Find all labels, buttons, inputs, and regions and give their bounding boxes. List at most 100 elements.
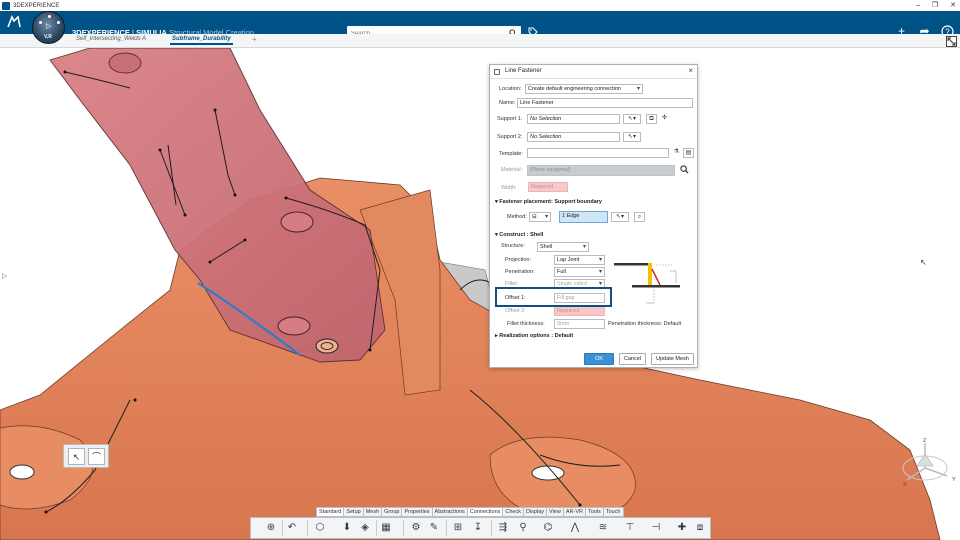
tab-connections[interactable]: Connections [466, 507, 503, 517]
template-field[interactable] [527, 148, 669, 158]
compass-label: V,R [44, 34, 52, 40]
realization-section-header[interactable]: ▸ Realization options : Default [495, 333, 573, 339]
ds-logo-icon[interactable] [6, 15, 22, 32]
tab-subframe-durability[interactable]: Subframe_Durability [170, 36, 233, 45]
expand-icon[interactable] [946, 36, 957, 47]
support1-multi-icon[interactable]: ⧉ [646, 114, 657, 124]
app-logo-icon [2, 1, 10, 10]
part-icon[interactable]: ⬡ [313, 521, 327, 535]
penetration-select[interactable]: Full [554, 267, 605, 277]
document-tabs: Self_Intersecting_Welds A Subframe_Durab… [0, 34, 960, 48]
zoom-icon[interactable]: ⊕ [264, 521, 278, 535]
tab-self-intersecting-welds[interactable]: Self_Intersecting_Welds A [76, 36, 146, 42]
template-browse-icon[interactable]: ⚗ [671, 148, 682, 158]
template-save-icon[interactable]: ▤ [683, 148, 694, 158]
add-tab-icon[interactable]: + [252, 35, 257, 44]
tab-setup[interactable]: Setup [343, 507, 363, 517]
structure-select[interactable]: Shell [537, 242, 589, 252]
support1-field[interactable]: No Selection [527, 114, 620, 124]
gear-icon[interactable]: ⚙ [409, 521, 423, 535]
line-fastener-tool-icon[interactable]: ⋀ [568, 521, 582, 535]
penetration-thickness-label: Penetration thickness: Default [608, 321, 682, 327]
tab-standard[interactable]: Standard [316, 507, 344, 517]
side-panel-toggle-icon[interactable]: ▷ [2, 272, 7, 280]
select-arrow-icon[interactable]: ↖ [68, 448, 85, 465]
offset1-highlight [495, 287, 612, 307]
virtual-part-icon[interactable]: ✚ [675, 521, 689, 535]
line-fastener-icon [494, 69, 500, 75]
method-select-icon[interactable]: ↖▾ [611, 212, 629, 222]
orange-base-part [0, 177, 941, 540]
axis-y-label: Y [952, 477, 956, 483]
fillet-thickness-field[interactable]: 0mm [554, 319, 605, 329]
model-scene[interactable] [0, 48, 960, 540]
support1-label: Support 1: [497, 116, 523, 122]
method-label: Method: [507, 214, 527, 220]
paint-select-icon[interactable]: ⌒ [88, 448, 105, 465]
tab-properties[interactable]: Properties [401, 507, 432, 517]
dialog-title-bar[interactable]: Line Fastener × [490, 65, 697, 79]
tab-mesh[interactable]: Mesh [362, 507, 382, 517]
name-label: Name: [499, 100, 516, 106]
template-label: Template: [499, 151, 523, 157]
compass-widget[interactable]: ▷ V,R [32, 11, 65, 44]
3d-viewport[interactable]: ▷ ↖ [0, 48, 960, 540]
tab-check[interactable]: Check [502, 507, 523, 517]
tab-group[interactable]: Group [381, 507, 402, 517]
table-icon[interactable]: ▦ [379, 521, 393, 535]
tab-tools[interactable]: Tools [584, 507, 603, 517]
assembly-icon[interactable]: ⧈ [693, 521, 707, 535]
close-window-icon[interactable]: ✕ [950, 0, 956, 11]
method-search-icon[interactable]: ⌕ [634, 212, 645, 222]
undo-icon[interactable]: ↶ [285, 521, 299, 535]
seam-weld-icon[interactable]: ⌬ [541, 521, 555, 535]
tab-display[interactable]: Display [522, 507, 547, 517]
fastener-icon[interactable]: ⊞ [451, 521, 465, 535]
connection-icon[interactable]: ⇶ [496, 521, 510, 535]
update-mesh-button[interactable]: Update Mesh [651, 353, 694, 365]
minimize-icon[interactable]: – [916, 0, 920, 11]
axis-z-label: Z [923, 438, 927, 444]
surface-fastener-icon[interactable]: ≋ [596, 521, 610, 535]
materials-icon[interactable]: ◈ [358, 521, 372, 535]
width-field[interactable]: Required [528, 182, 568, 192]
support1-select-icon[interactable]: ↖▾ [623, 114, 641, 124]
material-search-icon[interactable] [679, 165, 690, 175]
beam-icon[interactable]: ⊤ [623, 521, 637, 535]
support1-filter-icon[interactable]: ✣ [659, 114, 670, 124]
action-bar: ⊕ ↶ ⬡ ⬇ ◈ ▦ ⚙ ✎ ⊞ ↧ ⇶ ⚲ ⌬ ⋀ ≋ ⊤ ⊣ ✚ ⧈ [250, 517, 711, 539]
name-field[interactable]: Line Fastener [517, 98, 693, 108]
tab-touch[interactable]: Touch [602, 507, 624, 517]
method-field[interactable]: 1 Edge [559, 211, 608, 223]
projection-select[interactable]: Lap Joint [554, 255, 605, 265]
penetration-label: Penetration: [505, 269, 535, 275]
support2-select-icon[interactable]: ↖▾ [623, 132, 641, 142]
support2-field[interactable]: No Selection [527, 132, 620, 142]
spot-weld-icon[interactable]: ⚲ [516, 521, 530, 535]
method-type-select[interactable]: ⊟ [529, 212, 551, 222]
bolt-icon[interactable]: ↧ [471, 521, 485, 535]
placement-section-header[interactable]: ▾ Fastener placement: Support boundary [495, 199, 602, 205]
tab-ar-vr[interactable]: AR-VR [562, 507, 585, 517]
app-header: 3DEXPERIENCE | SIMULIA Structural Model … [0, 11, 960, 41]
offset2-field[interactable]: Required [554, 306, 605, 316]
material-label: Material: [501, 167, 523, 173]
window-controls: – ❐ ✕ [916, 0, 956, 11]
rigid-icon[interactable]: ⊣ [649, 521, 663, 535]
insert-icon[interactable]: ⬇ [340, 521, 354, 535]
projection-label: Projection: [505, 257, 531, 263]
material-field[interactable]: (None assigned) [527, 165, 675, 176]
dialog-close-icon[interactable]: × [688, 66, 693, 75]
tab-view[interactable]: View [546, 507, 563, 517]
location-select[interactable]: Create default engineering connection [525, 84, 643, 94]
play-icon: ▷ [46, 23, 52, 30]
restore-icon[interactable]: ❐ [932, 0, 938, 11]
offset2-label: Offset 2: [505, 308, 526, 314]
construct-section-header[interactable]: ▾ Construct : Shell [495, 232, 543, 238]
edit-icon[interactable]: ✎ [427, 521, 441, 535]
fillet-thickness-label: Fillet thickness: [507, 321, 545, 327]
ok-button[interactable]: OK [584, 353, 614, 365]
tab-abstractions[interactable]: Abstractions [431, 507, 467, 517]
width-label: Width: [501, 185, 517, 191]
cancel-button[interactable]: Cancel [619, 353, 646, 365]
